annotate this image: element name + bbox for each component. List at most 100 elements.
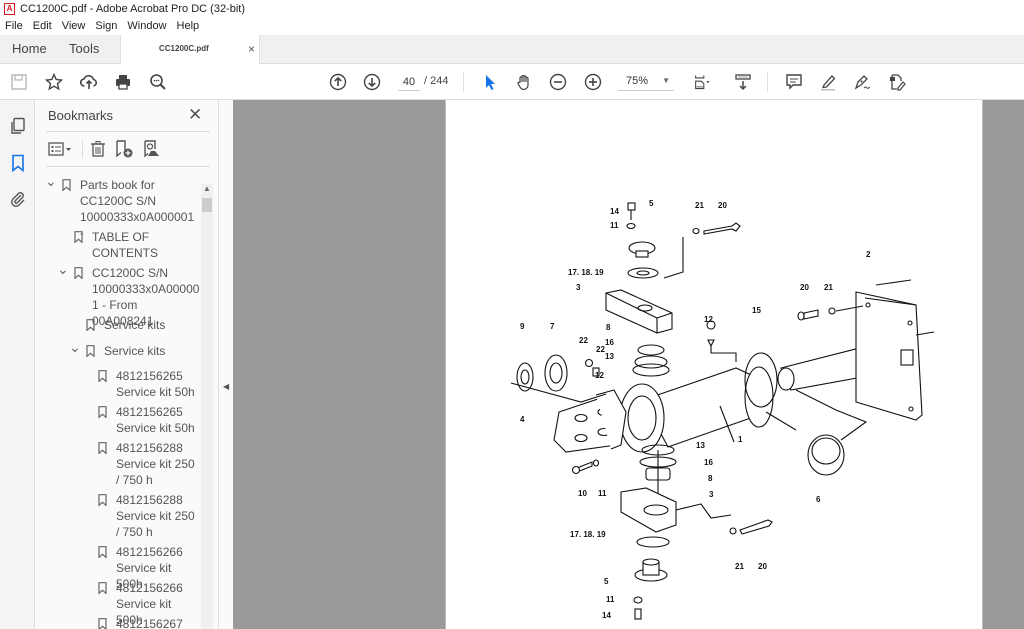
find-bookmark-icon[interactable] — [142, 138, 162, 160]
chevron-down-icon: ▼ — [662, 76, 670, 85]
callout-label: 14 — [602, 611, 611, 620]
upload-cloud-icon[interactable] — [79, 72, 99, 92]
callout-label: 14 — [610, 207, 619, 216]
callout-label: 11 — [606, 595, 615, 604]
toolbar-divider — [767, 72, 768, 92]
callout-label: 9 — [520, 322, 525, 331]
callout-label: 10 — [578, 489, 587, 498]
select-arrow-icon[interactable] — [480, 72, 500, 92]
tab-bar: Home Tools CC1200C.pdf × — [0, 35, 1024, 64]
menu-window[interactable]: Window — [122, 18, 171, 35]
acrobat-icon: A — [4, 3, 15, 15]
comment-icon[interactable] — [784, 72, 804, 92]
hand-icon[interactable] — [514, 72, 534, 92]
zoom-in-icon[interactable] — [583, 72, 603, 92]
page-number-input[interactable] — [398, 73, 420, 91]
divider — [46, 166, 210, 167]
page-total: / 244 — [424, 75, 449, 87]
edit-pdf-icon[interactable] — [887, 72, 907, 92]
bookmark-icon — [74, 267, 83, 279]
callout-label: 16 — [704, 458, 713, 467]
chevron-down-icon[interactable]: ⌄ — [45, 174, 57, 189]
collapse-panel-icon[interactable]: ◀ — [223, 382, 229, 391]
save-icon[interactable] — [9, 72, 29, 92]
callout-label: 5 — [649, 199, 654, 208]
bookmarks-icon[interactable] — [8, 153, 28, 173]
panel-splitter[interactable]: ◀ — [218, 100, 233, 629]
page-thumbnails-icon[interactable] — [8, 116, 28, 136]
callout-label: 12 — [704, 315, 713, 324]
new-bookmark-icon[interactable] — [114, 138, 134, 160]
callout-label: 13 — [696, 441, 705, 450]
tab-document[interactable]: CC1200C.pdf × — [120, 35, 260, 64]
bookmark-tree: ⌄ Parts book for CC1200C S/N 10000333x0A0… — [36, 174, 201, 629]
close-panel-button[interactable]: ✕ — [188, 105, 202, 125]
menu-sign[interactable]: Sign — [90, 18, 122, 35]
bookmark-label: Service kits — [104, 344, 166, 358]
bookmark-icon — [86, 345, 95, 357]
callout-label: 4 — [520, 415, 525, 424]
bookmark-scrollbar[interactable]: ▲ — [201, 184, 213, 629]
tab-document-label: CC1200C.pdf — [159, 44, 209, 53]
callout-label: 21 — [695, 201, 704, 210]
window-title: CC1200C.pdf - Adobe Acrobat Pro DC (32-b… — [20, 3, 246, 15]
next-page-icon[interactable] — [362, 72, 382, 92]
scroll-thumb[interactable] — [202, 198, 212, 212]
bookmark-label: 4812156265 Service kit 50h — [116, 369, 195, 399]
bookmark-icon — [98, 406, 107, 418]
scroll-mode-icon[interactable] — [733, 72, 753, 92]
bookmark-icon — [98, 546, 107, 558]
callout-label: 21 — [824, 283, 833, 292]
search-zoom-icon[interactable] — [148, 72, 168, 92]
callout-label: 8 — [606, 323, 611, 332]
callout-label: 3 — [576, 283, 581, 292]
bookmark-icon — [62, 179, 71, 191]
callout-label: 17. 18. 19 — [568, 268, 604, 277]
bookmark-icon — [98, 442, 107, 454]
previous-page-icon[interactable] — [328, 72, 348, 92]
bookmark-icon — [86, 319, 95, 331]
bookmark-star-icon[interactable] — [44, 72, 64, 92]
callout-label: 2 — [866, 250, 871, 259]
fit-page-icon[interactable] — [690, 72, 716, 92]
bookmark-label: 4812156265 Service kit 50h — [116, 405, 195, 435]
tab-home[interactable]: Home — [12, 35, 47, 64]
bookmark-icon — [74, 231, 83, 243]
highlight-icon[interactable] — [818, 72, 838, 92]
zoom-out-icon[interactable] — [548, 72, 568, 92]
document-view[interactable]: 14 11 5 21 20 17. 18. 19 3 2 20 21 22 12 15 9 7 22 8 16 13… — [233, 100, 1024, 629]
menu-help[interactable]: Help — [172, 18, 205, 35]
menu-bar: File Edit View Sign Window Help — [0, 18, 1024, 35]
menu-file[interactable]: File — [0, 18, 28, 35]
bookmark-label: 4812156267 — [116, 617, 183, 629]
scroll-up-icon[interactable]: ▲ — [203, 184, 211, 193]
callout-label: 22 — [579, 336, 588, 345]
callout-label: 3 — [709, 490, 714, 499]
bookmark-icon — [98, 494, 107, 506]
chevron-down-icon[interactable]: ⌄ — [69, 339, 81, 355]
callout-label: 11 — [610, 221, 619, 230]
chevron-down-icon[interactable]: ⌄ — [57, 261, 69, 277]
bookmark-label: 4812156288 Service kit 250 / 750 h — [116, 441, 195, 487]
sign-icon[interactable] — [852, 72, 872, 92]
pdf-page: 14 11 5 21 20 17. 18. 19 3 2 20 21 22 12 15 9 7 22 8 16 13… — [445, 100, 983, 629]
options-menu-icon[interactable] — [48, 138, 74, 160]
menu-edit[interactable]: Edit — [28, 18, 57, 35]
callout-label: 13 — [605, 352, 614, 361]
title-bar: A CC1200C.pdf - Adobe Acrobat Pro DC (32… — [0, 0, 1024, 18]
left-rail — [0, 100, 35, 629]
bookmark-label: 4812156288 Service kit 250 / 750 h — [116, 493, 195, 539]
menu-view[interactable]: View — [57, 18, 91, 35]
attachments-icon[interactable] — [8, 189, 28, 209]
panel-title: Bookmarks — [48, 108, 114, 123]
zoom-level-value: 75% — [626, 75, 649, 87]
callout-label: 15 — [752, 306, 761, 315]
delete-bookmark-icon[interactable] — [89, 138, 107, 160]
close-tab-button[interactable]: × — [248, 35, 255, 63]
callout-label: 1 — [738, 435, 743, 444]
tab-tools[interactable]: Tools — [69, 35, 99, 64]
callout-label: 11 — [598, 489, 607, 498]
print-icon[interactable] — [113, 72, 133, 92]
callout-label: 21 — [735, 562, 744, 571]
zoom-level-select[interactable]: 75% ▼ — [618, 73, 674, 91]
